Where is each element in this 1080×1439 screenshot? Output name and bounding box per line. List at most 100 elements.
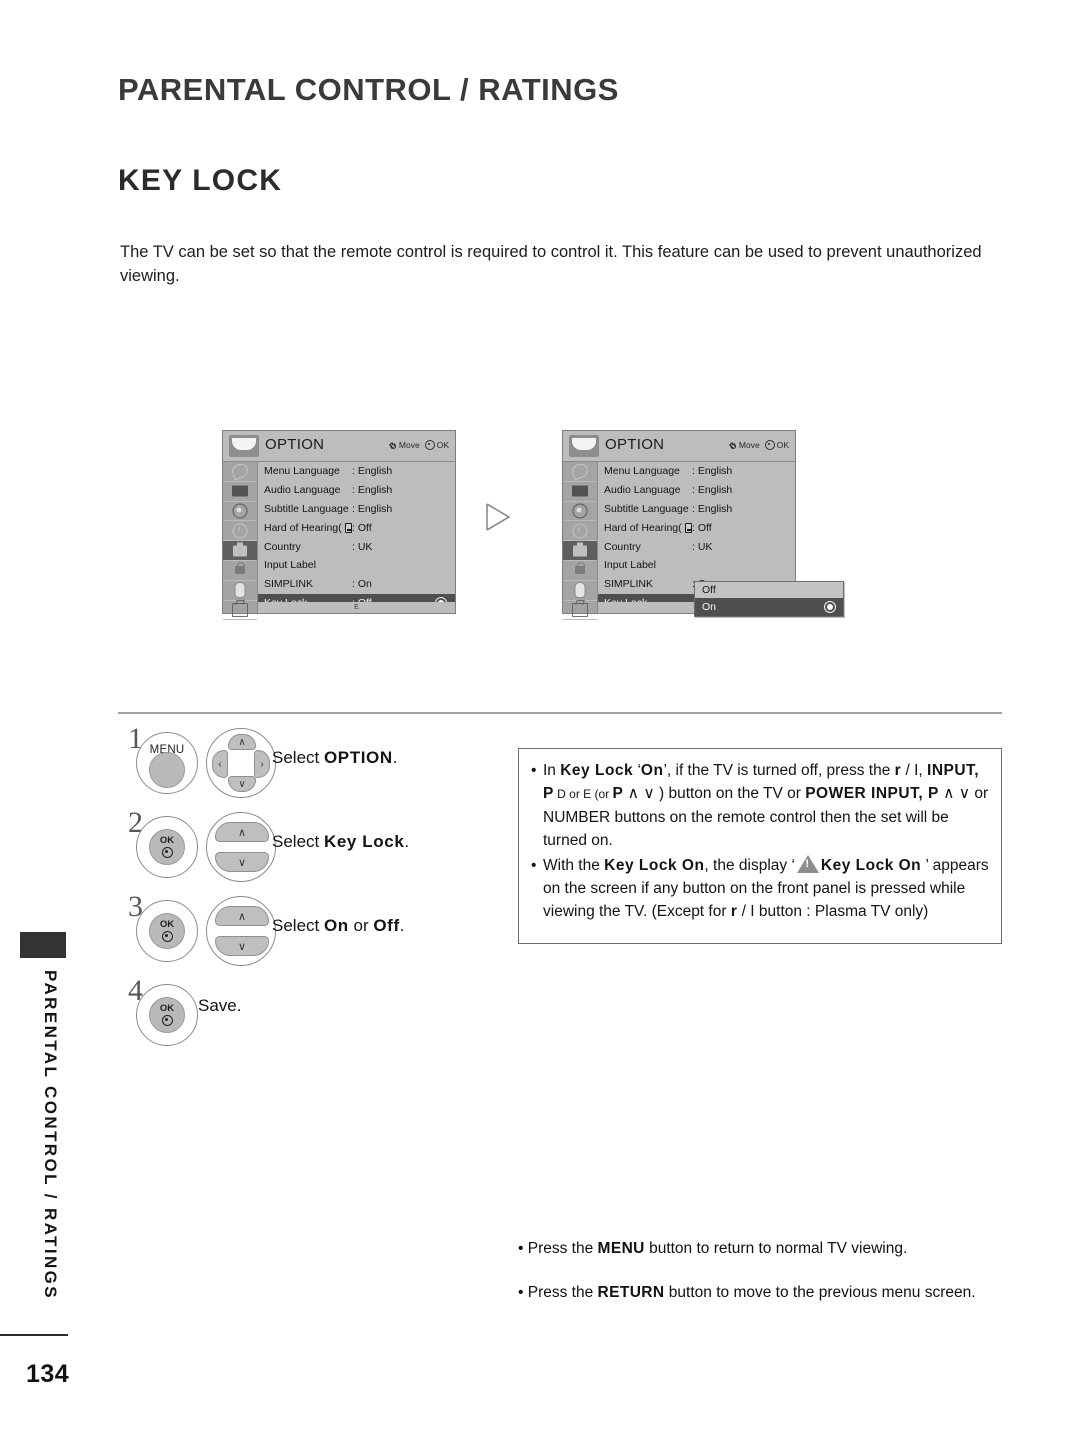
- note-text: In Key Lock ‘On’, if the TV is turned of…: [543, 762, 989, 849]
- table-row[interactable]: Audio Language : English: [258, 481, 455, 500]
- list-item: 3 OK ∧ ∨ Select On or Off.: [122, 890, 522, 978]
- sidebar-item-time[interactable]: [223, 521, 257, 542]
- dpad-up-button[interactable]: ∧: [228, 734, 256, 750]
- row-value: : English: [692, 465, 733, 478]
- row-label: Audio Language: [264, 484, 341, 497]
- list-item: 4 OK Save.: [122, 974, 522, 1062]
- ok-button[interactable]: OK: [136, 816, 198, 878]
- sidebar-item-time[interactable]: [563, 521, 597, 542]
- table-row[interactable]: Menu Language : English: [598, 462, 795, 481]
- table-row[interactable]: Input Label: [258, 556, 455, 575]
- audio-icon: [572, 503, 588, 519]
- osd-hints: Move OK: [728, 440, 789, 450]
- table-row[interactable]: Menu Language: English: [258, 462, 455, 481]
- sidebar-item-picture[interactable]: [223, 482, 257, 502]
- ok-button-knob: OK: [149, 913, 185, 949]
- sidebar-item-return[interactable]: [223, 601, 257, 621]
- dpad-down-button[interactable]: ∨: [228, 776, 256, 792]
- satellite-icon: [570, 462, 590, 481]
- dropdown-option-label: On: [702, 601, 717, 613]
- ok-button[interactable]: OK: [136, 900, 198, 962]
- menu-button[interactable]: MENU: [136, 732, 198, 794]
- step-instruction: Select Key Lock.: [272, 832, 410, 851]
- osd-panel-option-before: OPTION Move OK Menu Language: English Au…: [222, 430, 456, 621]
- dpad-left-button[interactable]: ‹: [212, 750, 228, 778]
- osd-body: Menu Language: English Audio Language : E…: [223, 462, 455, 621]
- hint-move: Move: [728, 440, 760, 450]
- ok-label: OK: [159, 1003, 175, 1014]
- sidebar-item-option[interactable]: [563, 541, 597, 561]
- ok-button-knob: OK: [149, 997, 185, 1033]
- row-value: : English: [352, 484, 393, 497]
- ok-button[interactable]: OK: [136, 984, 198, 1046]
- dpad-control[interactable]: ∧ ∨ ‹ ›: [206, 728, 276, 798]
- table-row[interactable]: Subtitle Language: English: [258, 500, 455, 519]
- time-icon: [232, 523, 248, 539]
- sidebar-item-usb[interactable]: [223, 581, 257, 601]
- down-button[interactable]: ∨: [215, 936, 269, 956]
- key-lock-dropdown[interactable]: Off On: [694, 581, 844, 617]
- table-row[interactable]: SIMPLINK: On: [258, 575, 455, 594]
- osd-row-list: Menu Language: English Audio Language : E…: [258, 462, 455, 613]
- table-row[interactable]: Audio Language: English: [598, 481, 795, 500]
- sidebar-item-audio[interactable]: [563, 502, 597, 522]
- sidebar-item-audio[interactable]: [223, 502, 257, 522]
- ok-dot-icon: [161, 847, 173, 858]
- step-instruction: Select On or Off.: [272, 916, 405, 935]
- osd-title: OPTION: [265, 436, 325, 453]
- osd-header: OPTION Move OK: [563, 431, 795, 462]
- page-number: 134: [26, 1360, 70, 1388]
- dpad-right-button[interactable]: ›: [254, 750, 270, 778]
- table-row[interactable]: Hard of Hearing(: Off: [258, 518, 455, 537]
- row-label: Menu Language: [604, 465, 680, 478]
- table-row[interactable]: Country : UK: [598, 537, 795, 556]
- bottom-note-menu: • Press the MENU button to return to nor…: [518, 1240, 908, 1257]
- option-icon: [233, 542, 247, 557]
- ok-button-knob: OK: [149, 829, 185, 865]
- row-value: : UK: [352, 540, 373, 553]
- sidebar-item-picture[interactable]: [563, 482, 597, 502]
- row-label: Country: [604, 540, 641, 553]
- row-value: : English: [692, 502, 733, 515]
- table-row[interactable]: Country: UK: [258, 537, 455, 556]
- osd-icon-column: [223, 462, 258, 621]
- dropdown-option-on[interactable]: On: [695, 598, 843, 616]
- row-label: Subtitle Language: [264, 502, 349, 515]
- hint-ok-label: OK: [436, 440, 449, 450]
- sidebar-item-lock[interactable]: [223, 561, 257, 581]
- up-button[interactable]: ∧: [215, 822, 269, 842]
- table-row[interactable]: Hard of Hearing(: Off: [598, 518, 795, 537]
- list-item: 2 OK ∧ ∨ Select Key Lock.: [122, 806, 522, 894]
- row-value: : English: [352, 465, 393, 478]
- sidebar-item-lock[interactable]: [563, 561, 597, 581]
- option-icon: [573, 542, 587, 557]
- sidebar-item-satellite[interactable]: [563, 462, 597, 482]
- picture-icon: [572, 485, 588, 497]
- row-value: : UK: [692, 540, 713, 553]
- row-label: Input Label: [264, 559, 316, 572]
- up-button[interactable]: ∧: [215, 906, 269, 926]
- hint-move-label: Move: [738, 440, 760, 450]
- sidebar-item-usb[interactable]: [563, 581, 597, 601]
- bottom-note-return: • Press the RETURN button to move to the…: [518, 1284, 976, 1301]
- table-row[interactable]: Input Label: [598, 556, 795, 575]
- osd-hints: Move OK: [388, 440, 449, 450]
- dropdown-option-off[interactable]: Off: [695, 582, 843, 598]
- down-button[interactable]: ∨: [215, 852, 269, 872]
- ok-icon: [764, 440, 775, 450]
- sidebar-item-option[interactable]: [223, 541, 257, 561]
- row-label: Subtitle Language: [604, 502, 689, 515]
- hint-move: Move: [388, 440, 420, 450]
- row-label: Hard of Hearing(: [264, 522, 353, 534]
- table-row[interactable]: Subtitle Language: English: [598, 500, 795, 519]
- row-value: : English: [692, 484, 733, 497]
- usb-icon: [234, 582, 246, 599]
- updown-control[interactable]: ∧ ∨: [206, 896, 276, 966]
- option-header-icon: [229, 435, 259, 457]
- sidebar-item-satellite[interactable]: [223, 462, 257, 482]
- ok-icon: [424, 440, 435, 450]
- sidebar-item-return[interactable]: [563, 601, 597, 621]
- updown-control[interactable]: ∧ ∨: [206, 812, 276, 882]
- flow-arrow-icon: [486, 503, 511, 531]
- page-number-rule: [0, 1334, 68, 1336]
